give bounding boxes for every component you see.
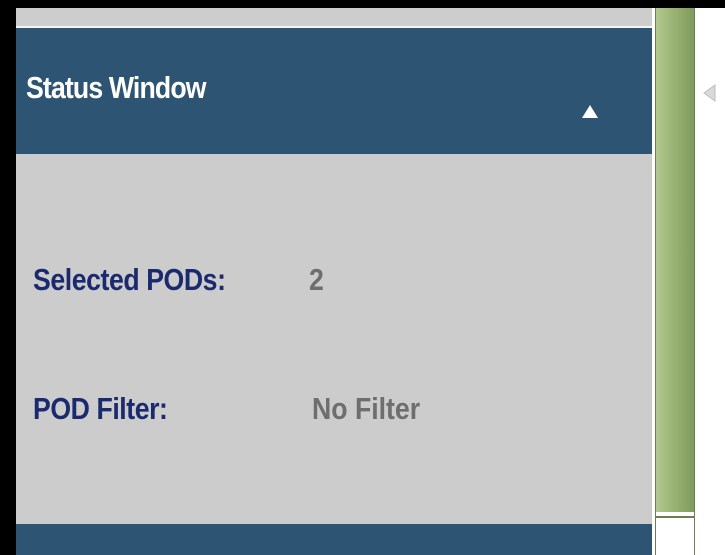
pod-filter-value: No Filter (312, 391, 421, 426)
pod-filter-label: POD Filter: (33, 391, 168, 426)
selected-pods-value: 2 (309, 262, 324, 297)
status-window-panel: Status Window Selected PODs: 2 POD Filte… (16, 8, 652, 555)
splitter-bar-end (655, 512, 695, 555)
status-window-content: Selected PODs: 2 POD Filter: No Filter (16, 154, 652, 524)
panel-top-strip (16, 8, 652, 28)
splitter-bar-end-cap (656, 512, 694, 518)
window-border-top (0, 0, 725, 8)
app-frame: Status Window Selected PODs: 2 POD Filte… (0, 0, 725, 555)
status-window-header[interactable]: Status Window (16, 28, 652, 154)
window-border-left (0, 0, 16, 555)
expand-triangle-left-icon[interactable] (701, 82, 717, 104)
collapse-triangle-up-icon[interactable] (580, 102, 600, 122)
selected-pods-label: Selected PODs: (33, 262, 226, 297)
panel-splitter-bar[interactable] (655, 8, 695, 512)
status-window-title: Status Window (26, 70, 206, 105)
selected-pods-row: Selected PODs: 2 (33, 260, 324, 300)
pod-filter-row: POD Filter: No Filter (33, 389, 420, 429)
next-panel-header[interactable] (16, 524, 652, 555)
